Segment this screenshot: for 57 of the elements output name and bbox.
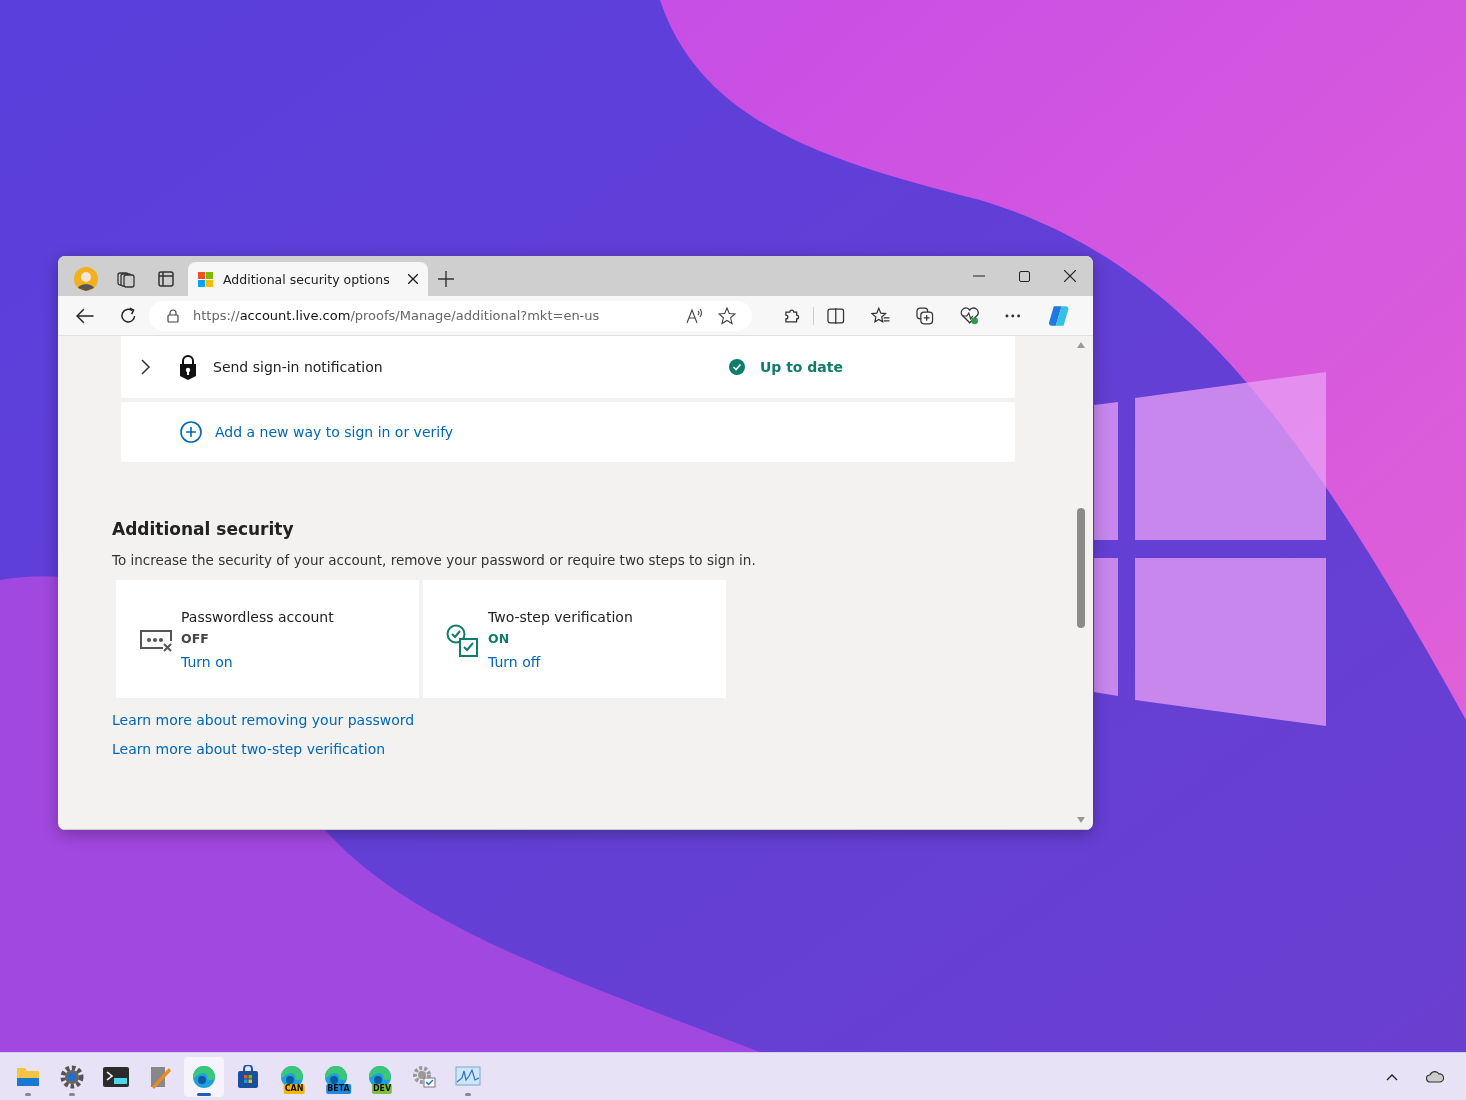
- gear-icon: [60, 1064, 84, 1089]
- add-method-link[interactable]: Add a new way to sign in or verify: [215, 424, 454, 440]
- close-icon[interactable]: [1064, 270, 1076, 282]
- browser-tab[interactable]: Additional security options: [188, 262, 428, 296]
- collections-icon[interactable]: [916, 306, 934, 325]
- refresh-icon[interactable]: [119, 306, 138, 325]
- toggle-option-link[interactable]: Turn on: [181, 653, 233, 670]
- back-icon[interactable]: [76, 307, 94, 324]
- new-tab-icon[interactable]: [438, 271, 454, 287]
- scroll-thumb[interactable]: [1077, 508, 1085, 628]
- lock-icon: [167, 308, 180, 323]
- option-status: ON: [488, 630, 510, 646]
- channel-badge: CAN: [283, 1083, 305, 1094]
- store-bag-icon: [236, 1064, 260, 1089]
- copilot-icon[interactable]: [1046, 303, 1070, 328]
- terminal-icon: [103, 1066, 129, 1087]
- section-description: To increase the security of your account, remove your password or require two steps to sign in.: [112, 552, 756, 568]
- learn-more-link[interactable]: Learn more about removing your password: [112, 712, 415, 728]
- check-circle-icon: [728, 359, 745, 375]
- maximize-icon[interactable]: [1019, 270, 1030, 282]
- option-title: Two-step verification: [488, 608, 633, 625]
- option-status: OFF: [181, 630, 209, 646]
- url-text: https://account.live.com/proofs/Manage/additional?mkt=en-us: [193, 308, 600, 323]
- folder-icon: [16, 1065, 40, 1088]
- method-status: Up to date: [759, 359, 843, 375]
- performance-monitor-icon: [455, 1065, 481, 1088]
- taskbar-app[interactable]: DEV: [360, 1056, 400, 1097]
- browser-icon: [192, 1064, 216, 1089]
- section-heading: Additional security: [112, 519, 294, 539]
- scroll-up-icon[interactable]: [1077, 342, 1085, 348]
- taskbar-app[interactable]: BETA: [316, 1056, 356, 1097]
- split-screen-icon[interactable]: [827, 307, 845, 324]
- wrench-tools-icon: [148, 1064, 172, 1089]
- address-bar[interactable]: https://account.live.com/proofs/Manage/additional?mkt=en-us: [149, 300, 752, 331]
- browser-essentials-icon[interactable]: [959, 306, 979, 325]
- read-aloud-icon[interactable]: [685, 307, 704, 324]
- scroll-down-icon[interactable]: [1077, 817, 1085, 823]
- favorites-icon[interactable]: [870, 306, 891, 325]
- favorite-star-icon[interactable]: [717, 306, 736, 325]
- gear-checkbox-icon: [412, 1064, 436, 1089]
- cloud-icon[interactable]: [1426, 1070, 1444, 1083]
- option-title: Passwordless account: [181, 608, 334, 625]
- taskbar-app[interactable]: CAN: [272, 1056, 312, 1097]
- lock-notification-icon: [177, 354, 199, 380]
- channel-badge: BETA: [326, 1083, 351, 1094]
- channel-badge: DEV: [371, 1083, 393, 1094]
- logo-icon: [198, 271, 213, 287]
- plus-circle-icon[interactable]: [180, 421, 202, 443]
- toggle-option-link[interactable]: Turn off: [488, 653, 541, 670]
- more-options-icon[interactable]: [1005, 313, 1021, 318]
- expand-chevron-icon[interactable]: [141, 359, 151, 375]
- method-name: Send sign-in notification: [213, 359, 383, 375]
- learn-more-link[interactable]: Learn more about two-step verification: [112, 741, 386, 757]
- two-checks-icon: [446, 624, 480, 658]
- show-hidden-icons-icon[interactable]: [1386, 1072, 1398, 1081]
- close-tab-icon[interactable]: [408, 274, 418, 284]
- taskbar-app[interactable]: [184, 1056, 224, 1097]
